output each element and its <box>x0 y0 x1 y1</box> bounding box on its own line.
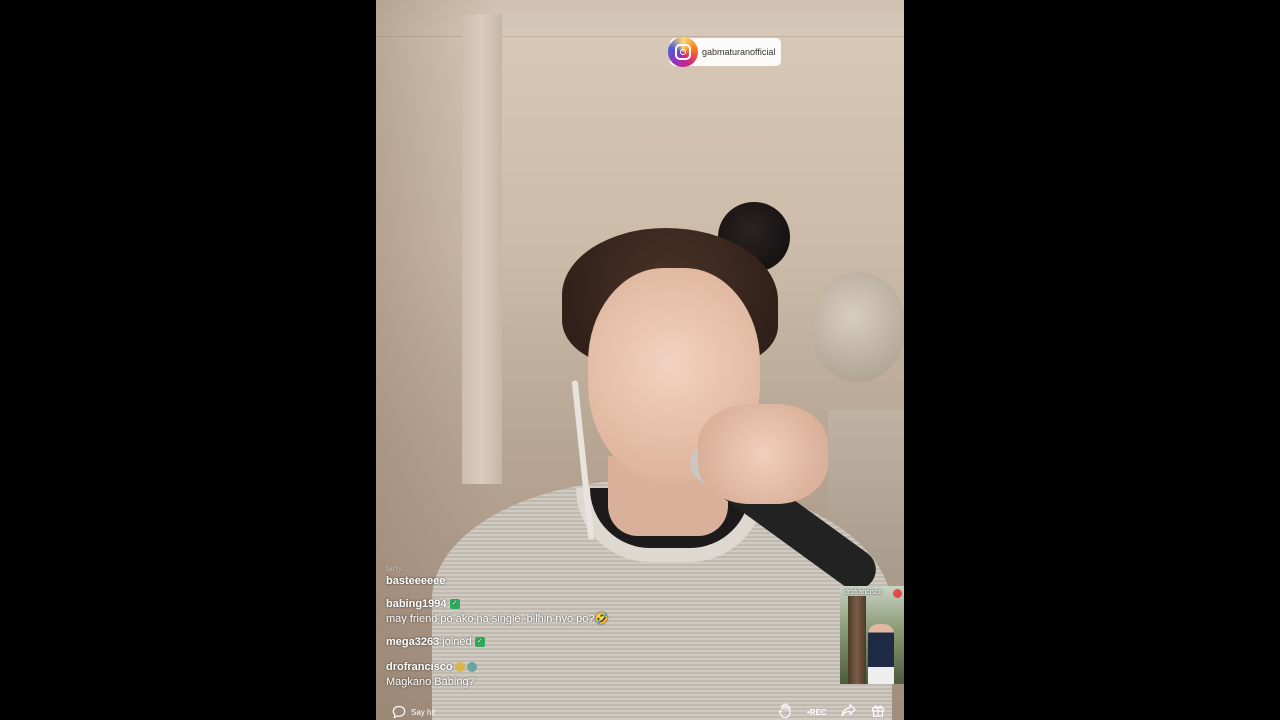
live-stream-video: gabmaturanofficial tarry... basteeeeee b… <box>376 0 904 720</box>
chat-username[interactable]: babing1994 <box>386 598 447 610</box>
record-button[interactable]: •REC <box>807 708 827 717</box>
chat-join-text: joined <box>442 636 472 648</box>
chat-join-event: mega3263 joined ✓ <box>386 635 716 650</box>
chat-message-text: basteeeeee <box>386 575 446 587</box>
gift-icon[interactable] <box>871 703 885 717</box>
chat-username[interactable]: drofrancisco <box>386 661 453 673</box>
chat-message: basteeeeee <box>386 574 716 589</box>
comment-placeholder: Say hi! <box>411 707 436 717</box>
guest-video-pip[interactable]: drofrancisco <box>840 586 904 684</box>
verified-badge-icon: ✓ <box>449 599 460 610</box>
comment-icon <box>392 705 406 719</box>
bottom-action-bar: Say hi! •REC <box>376 700 904 720</box>
chat-message-body: Magkano Babing? <box>386 676 475 688</box>
instagram-icon <box>668 37 698 67</box>
chat-message-body: may friend po ako na single, bilhin nyo … <box>386 613 609 625</box>
pip-guest-person <box>868 624 894 684</box>
share-icon[interactable] <box>841 703 856 717</box>
instagram-handle-badge[interactable]: gabmaturanofficial <box>668 37 782 67</box>
video-fan <box>810 272 904 382</box>
verified-badge-icon: ✓ <box>474 637 485 648</box>
live-chat: tarry... basteeeeee babing1994 ✓ may frie… <box>386 564 716 690</box>
guest-name: drofrancisco <box>844 589 883 596</box>
fan-badge-icon <box>454 662 465 673</box>
member-badge-icon <box>466 662 477 673</box>
streamer-hand <box>698 404 828 504</box>
instagram-handle-text: gabmaturanofficial <box>702 47 776 57</box>
video-wall-pillar <box>462 14 502 484</box>
chat-faded-message: tarry... <box>386 564 409 573</box>
pip-tree <box>848 596 866 684</box>
raise-hand-icon[interactable] <box>778 703 792 718</box>
mic-indicator-icon <box>893 589 902 598</box>
chat-username[interactable]: mega3263 <box>386 636 439 648</box>
chat-message: babing1994 ✓ <box>386 597 716 612</box>
comment-input[interactable]: Say hi! <box>392 705 435 719</box>
chat-message: drofrancisco <box>386 660 716 675</box>
